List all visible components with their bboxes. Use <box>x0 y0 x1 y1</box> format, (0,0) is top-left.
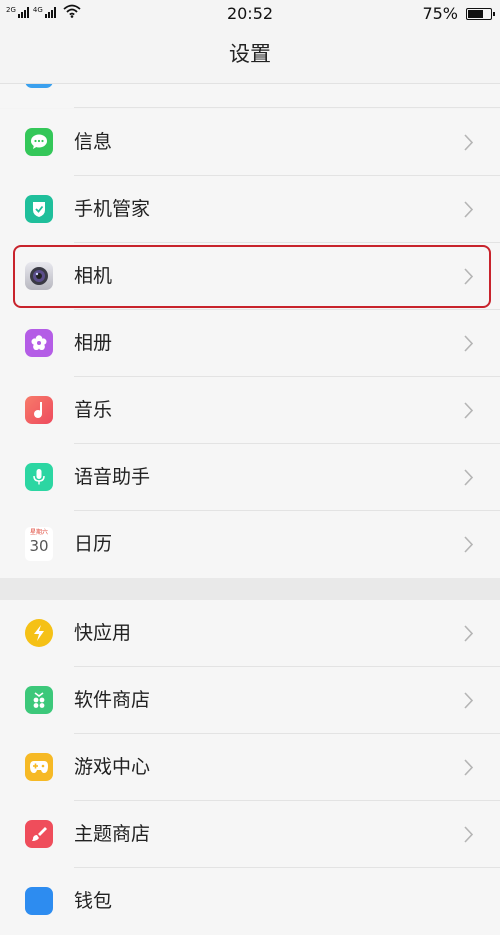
list-item-voice-assistant[interactable]: 语音助手 <box>0 444 500 511</box>
row-label: 信息 <box>74 131 113 153</box>
row-label: 语音助手 <box>74 466 151 488</box>
battery-percent: 75% <box>422 4 458 23</box>
microphone-icon <box>25 463 53 491</box>
status-bar: 2G 4G 20:52 75% <box>0 0 500 26</box>
highlight-outline <box>13 245 491 308</box>
battery-icon <box>466 7 495 20</box>
lightning-icon <box>25 619 53 647</box>
chevron-right-icon <box>464 625 474 642</box>
music-note-icon <box>25 396 53 424</box>
flower-icon <box>25 329 53 357</box>
row-label: 钱包 <box>74 890 113 912</box>
row-label: 游戏中心 <box>74 756 151 778</box>
chevron-right-icon <box>464 201 474 218</box>
chevron-right-icon <box>464 536 474 553</box>
row-label: 软件商店 <box>74 689 151 711</box>
settings-section-1: 信息 手机管家 相机 相册 音乐 语音助手 星期六 30 日历 快应用 软件商店… <box>0 109 500 935</box>
row-label: 音乐 <box>74 399 113 421</box>
chevron-right-icon <box>464 469 474 486</box>
list-item-app-store[interactable]: 软件商店 <box>0 667 500 734</box>
row-label: 主题商店 <box>74 823 151 845</box>
list-item-calendar[interactable]: 星期六 30 日历 <box>0 511 500 578</box>
calendar-day: 30 <box>29 537 49 555</box>
list-item-wallet[interactable]: 钱包 <box>0 868 500 935</box>
chevron-right-icon <box>464 402 474 419</box>
list-item-messages[interactable]: 信息 <box>0 109 500 176</box>
row-label: 日历 <box>74 533 113 555</box>
row-label: 快应用 <box>74 622 132 644</box>
gamepad-icon <box>25 753 53 781</box>
battery-level <box>468 9 483 18</box>
chevron-right-icon <box>464 692 474 709</box>
list-item-phone-manager[interactable]: 手机管家 <box>0 176 500 243</box>
calendar-weekday: 星期六 <box>29 529 48 536</box>
chevron-right-icon <box>464 335 474 352</box>
chevron-right-icon <box>464 826 474 843</box>
wallet-icon <box>25 887 53 915</box>
list-item-game-center[interactable]: 游戏中心 <box>0 734 500 801</box>
list-item-quick-apps[interactable]: 快应用 <box>0 600 500 667</box>
section-divider <box>0 578 500 600</box>
chevron-right-icon <box>464 759 474 776</box>
chevron-right-icon <box>464 134 474 151</box>
message-icon <box>25 128 53 156</box>
calendar-icon: 星期六 30 <box>25 527 53 561</box>
list-item-gallery[interactable]: 相册 <box>0 310 500 377</box>
list-item-music[interactable]: 音乐 <box>0 377 500 444</box>
shield-check-icon <box>25 195 53 223</box>
app-store-icon <box>25 686 53 714</box>
row-label: 相册 <box>74 332 113 354</box>
brush-icon <box>25 820 53 848</box>
list-item-theme-store[interactable]: 主题商店 <box>0 801 500 868</box>
row-label: 手机管家 <box>74 198 151 220</box>
page-title: 设置 <box>0 26 500 84</box>
